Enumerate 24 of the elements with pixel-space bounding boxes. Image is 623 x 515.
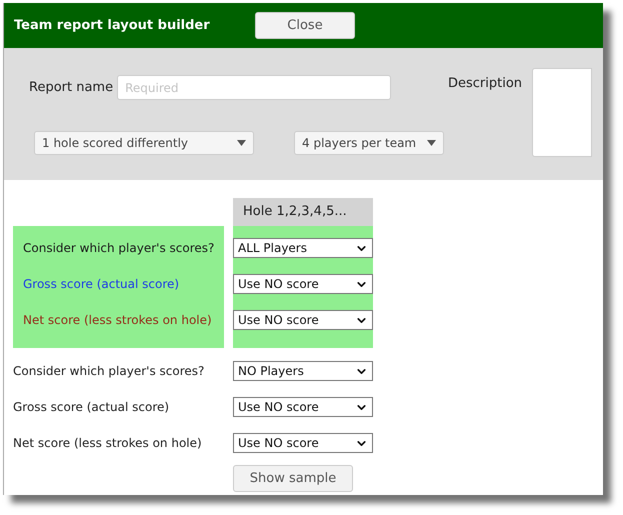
report-name-label: Report name bbox=[29, 78, 114, 97]
row-label: Net score (less strokes on hole) bbox=[23, 312, 212, 329]
row-label: Consider which player's scores? bbox=[13, 363, 204, 380]
select-field[interactable]: Use NO score bbox=[233, 274, 373, 294]
dropdown[interactable]: 4 players per team bbox=[294, 131, 444, 155]
caret-icon bbox=[237, 140, 246, 146]
select-field[interactable]: Use NO score bbox=[233, 397, 373, 417]
select-field[interactable]: ALL Players bbox=[233, 238, 373, 258]
show-sample-button[interactable]: Show sample bbox=[233, 465, 353, 492]
description-field[interactable] bbox=[532, 68, 592, 157]
select-field[interactable]: NO Players bbox=[233, 361, 373, 381]
row-label: Consider which player's scores? bbox=[23, 240, 214, 257]
row-label: Gross score (actual score) bbox=[23, 276, 180, 293]
close-button[interactable]: Close bbox=[255, 12, 355, 39]
select-field[interactable]: Use NO score bbox=[233, 433, 373, 453]
caret-icon bbox=[427, 140, 436, 146]
select-field[interactable]: Use NO score bbox=[233, 310, 373, 330]
description-label: Description bbox=[448, 75, 522, 93]
report-name-field[interactable]: Required bbox=[117, 75, 392, 100]
row-label: Net score (less strokes on hole) bbox=[13, 435, 202, 452]
window-title: Team report layout builder bbox=[14, 16, 211, 35]
column-header: Hole 1,2,3,4,5... bbox=[233, 198, 373, 226]
dropdown[interactable]: 1 hole scored differently bbox=[34, 131, 254, 155]
row-label: Gross score (actual score) bbox=[13, 399, 170, 416]
